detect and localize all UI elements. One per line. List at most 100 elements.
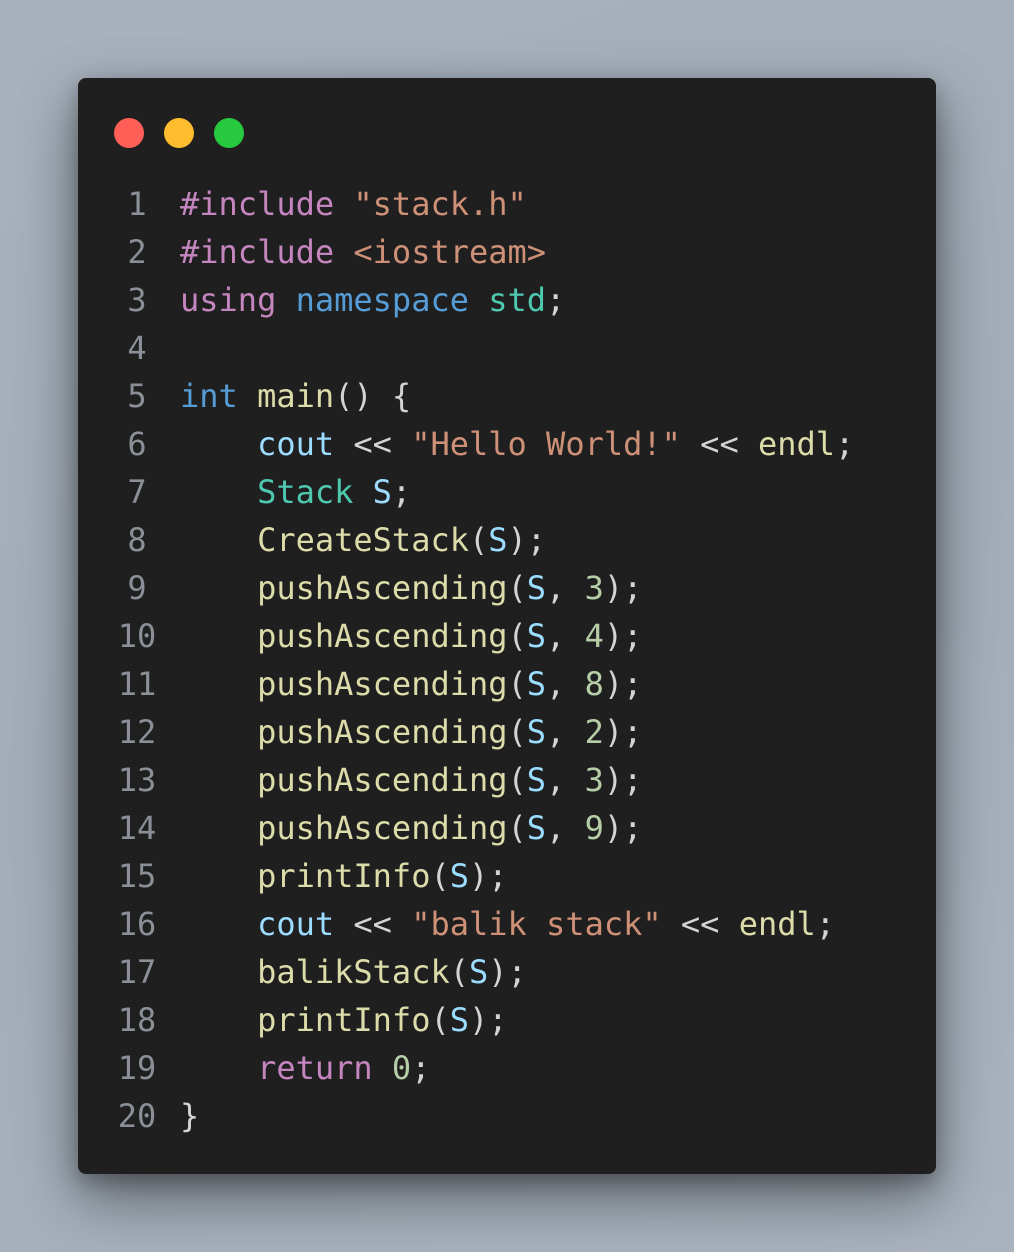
code-token: ( [430, 1001, 450, 1039]
code-token: "stack.h" [353, 185, 527, 223]
code-token: << [661, 905, 739, 943]
code-token: ( [507, 713, 527, 751]
line-source: pushAscending(S, 9); [180, 804, 642, 852]
code-token: balikStack [257, 953, 450, 991]
minimize-dot-icon[interactable] [164, 118, 194, 148]
code-token: pushAscending [257, 713, 508, 751]
line-number: 17 [117, 953, 157, 991]
maximize-dot-icon[interactable] [214, 118, 244, 148]
code-token: S [526, 665, 547, 703]
line-source: Stack S; [180, 468, 411, 516]
code-token: , [546, 569, 585, 607]
line-number: 5 [127, 377, 147, 415]
code-token: , [546, 761, 585, 799]
code-line: 14 pushAscending(S, 9); [78, 804, 936, 852]
code-line: 19 return 0; [78, 1044, 936, 1092]
code-line: 5 int main() { [78, 372, 936, 420]
close-dot-icon[interactable] [114, 118, 144, 148]
code-token: endl [738, 905, 816, 943]
code-line: 6 cout << "Hello World!" << endl; [78, 420, 936, 468]
code-line: 11 pushAscending(S, 8); [78, 660, 936, 708]
code-token: std [488, 281, 547, 319]
code-token: S [526, 809, 547, 847]
code-token: main [257, 377, 335, 415]
code-token: () { [334, 377, 412, 415]
code-token: ( [507, 569, 527, 607]
code-token: cout [257, 905, 335, 943]
line-number: 9 [127, 569, 147, 607]
code-line: 8 CreateStack(S); [78, 516, 936, 564]
code-token: ); [603, 665, 643, 703]
code-line: 4 [78, 324, 936, 372]
code-token: S [449, 1001, 469, 1039]
line-source: pushAscending(S, 4); [180, 612, 642, 660]
code-token: S [372, 473, 392, 511]
code-token: pushAscending [257, 665, 508, 703]
line-source: int main() { [180, 372, 411, 420]
line-source: printInfo(S); [180, 996, 507, 1044]
code-token: pushAscending [257, 761, 508, 799]
line-number: 8 [127, 521, 147, 559]
code-line: 9 pushAscending(S, 3); [78, 564, 936, 612]
code-line: 16 cout << "balik stack" << endl; [78, 900, 936, 948]
code-token: } [180, 1097, 200, 1135]
line-source: using namespace std; [180, 276, 565, 324]
line-number: 12 [117, 713, 157, 751]
code-token: << [334, 905, 412, 943]
code-token: ( [449, 953, 469, 991]
code-token: , [546, 713, 585, 751]
code-token: << [334, 425, 412, 463]
code-line: 3 using namespace std; [78, 276, 936, 324]
code-token: S [468, 953, 489, 991]
code-token: ; [391, 473, 412, 511]
code-line: 10 pushAscending(S, 4); [78, 612, 936, 660]
line-number: 10 [117, 617, 157, 655]
code-token: ( [430, 857, 450, 895]
line-number: 15 [117, 857, 157, 895]
line-number: 4 [127, 329, 147, 367]
line-number: 7 [127, 473, 147, 511]
code-token: pushAscending [257, 617, 508, 655]
code-window: 1 #include "stack.h" 2 #include <iostream> 3… [78, 78, 936, 1174]
code-token: #include [180, 185, 335, 223]
code-token: 9 [584, 809, 604, 847]
code-token: ); [468, 857, 508, 895]
code-token: namespace [295, 281, 469, 319]
code-token: 4 [584, 617, 604, 655]
line-number: 19 [117, 1049, 157, 1087]
code-token: printInfo [257, 1001, 431, 1039]
line-source: cout << "Hello World!" << endl; [180, 420, 854, 468]
code-line: 2 #include <iostream> [78, 228, 936, 276]
code-line: 15 printInfo(S); [78, 852, 936, 900]
code-token: S [526, 617, 547, 655]
code-token: Stack [257, 473, 354, 511]
line-source: return 0; [180, 1044, 430, 1092]
code-token: ( [468, 521, 489, 559]
line-source: pushAscending(S, 3); [180, 756, 642, 804]
line-source: CreateStack(S); [180, 516, 546, 564]
code-token: using [180, 281, 277, 319]
code-token: ); [603, 713, 643, 751]
line-number: 14 [117, 809, 157, 847]
code-token: ); [603, 569, 643, 607]
code-token: 3 [584, 569, 604, 607]
line-number: 2 [127, 233, 147, 271]
code-token: 8 [584, 665, 604, 703]
code-token: <iostream> [353, 233, 547, 271]
line-source: #include "stack.h" [180, 180, 527, 228]
code-token: 2 [584, 713, 604, 751]
